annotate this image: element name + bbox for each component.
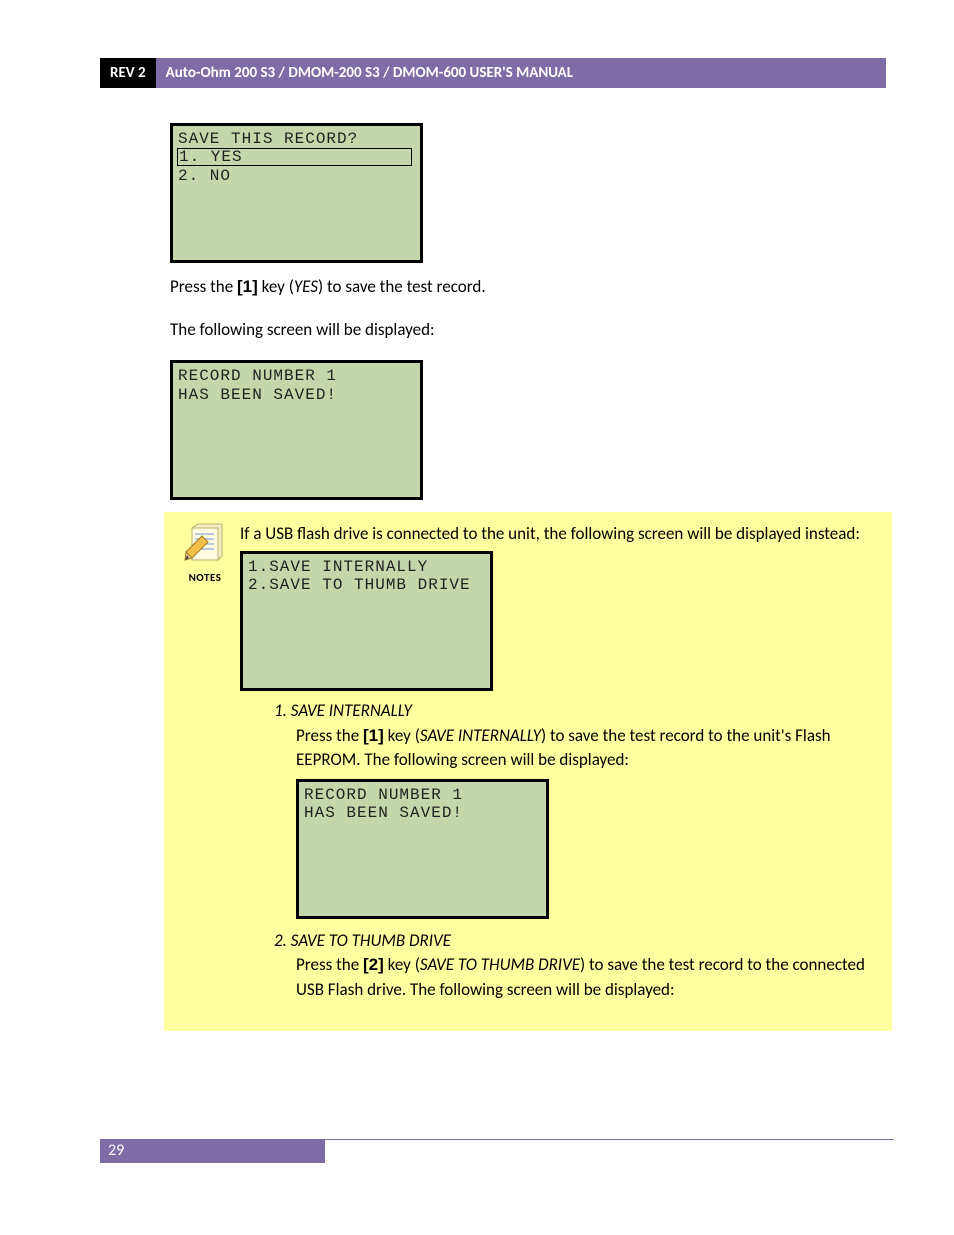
lcd-line: RECORD NUMBER 1 — [178, 367, 337, 385]
lcd-screen-save-options: 1.SAVE INTERNALLY 2.SAVE TO THUMB DRIVE — [240, 551, 493, 691]
notes-body: If a USB flash drive is connected to the… — [240, 522, 878, 1012]
option-title: SAVE INTERNALLY — [291, 700, 412, 721]
text: Press the — [170, 276, 237, 297]
page-content: SAVE THIS RECORD? 1. YES 2. NO Press the… — [170, 123, 874, 1031]
lcd-line: HAS BEEN SAVED! — [304, 804, 463, 822]
lcd-screen-save-record: SAVE THIS RECORD? 1. YES 2. NO — [170, 123, 423, 263]
key-label: [2] — [363, 955, 384, 974]
instruction-text: The following screen will be displayed: — [170, 318, 874, 343]
text-italic: YES — [294, 276, 318, 297]
option-body: Press the [1] key (SAVE INTERNALLY) to s… — [296, 724, 878, 919]
option-2: 2. SAVE TO THUMB DRIVE Press the [2] key… — [274, 929, 878, 1003]
key-label: [1] — [237, 277, 258, 296]
manual-page: REV 2 Auto-Ohm 200 S3 / DMOM-200 S3 / DM… — [0, 0, 954, 1235]
option-1: 1. SAVE INTERNALLY Press the [1] key (SA… — [274, 699, 878, 919]
notes-label-column: NOTES — [170, 522, 240, 586]
option-number: 1. — [274, 700, 287, 721]
option-number: 2. — [274, 930, 287, 951]
text-italic: SAVE INTERNALLY — [420, 725, 541, 746]
instruction-text: Press the [1] key (YES) to save the test… — [170, 275, 874, 300]
page-footer: 29 — [100, 1139, 894, 1140]
notes-callout: NOTES If a USB flash drive is connected … — [164, 512, 892, 1030]
lcd-line: SAVE THIS RECORD? — [178, 130, 358, 148]
text-italic: SAVE TO THUMB DRIVE — [420, 954, 580, 975]
notes-label: NOTES — [170, 570, 240, 586]
lcd-line: 2. NO — [178, 167, 231, 185]
option-title: SAVE TO THUMB DRIVE — [291, 930, 451, 951]
text: key ( — [384, 954, 420, 975]
manual-title: Auto-Ohm 200 S3 / DMOM-200 S3 / DMOM-600… — [156, 58, 886, 88]
text: Press the — [296, 954, 363, 975]
lcd-screen-record-saved-internal: RECORD NUMBER 1 HAS BEEN SAVED! — [296, 779, 549, 919]
option-body: Press the [2] key (SAVE TO THUMB DRIVE) … — [296, 953, 878, 1002]
lcd-line: 1.SAVE INTERNALLY — [248, 558, 428, 576]
text: key ( — [258, 276, 294, 297]
text: key ( — [384, 725, 420, 746]
options-list: 1. SAVE INTERNALLY Press the [1] key (SA… — [274, 699, 878, 1003]
revision-badge: REV 2 — [100, 58, 156, 88]
notepad-icon — [184, 522, 226, 566]
notes-intro-text: If a USB flash drive is connected to the… — [240, 522, 878, 547]
lcd-screen-record-saved: RECORD NUMBER 1 HAS BEEN SAVED! — [170, 360, 423, 500]
key-label: [1] — [363, 726, 384, 745]
lcd-line: HAS BEEN SAVED! — [178, 386, 337, 404]
page-header: REV 2 Auto-Ohm 200 S3 / DMOM-200 S3 / DM… — [100, 58, 886, 88]
lcd-line: 2.SAVE TO THUMB DRIVE — [248, 576, 471, 594]
text: Press the — [296, 725, 363, 746]
lcd-line: RECORD NUMBER 1 — [304, 786, 463, 804]
page-number: 29 — [100, 1139, 325, 1163]
text: ) to save the test record. — [318, 276, 486, 297]
lcd-selected-option: 1. YES — [177, 148, 412, 166]
